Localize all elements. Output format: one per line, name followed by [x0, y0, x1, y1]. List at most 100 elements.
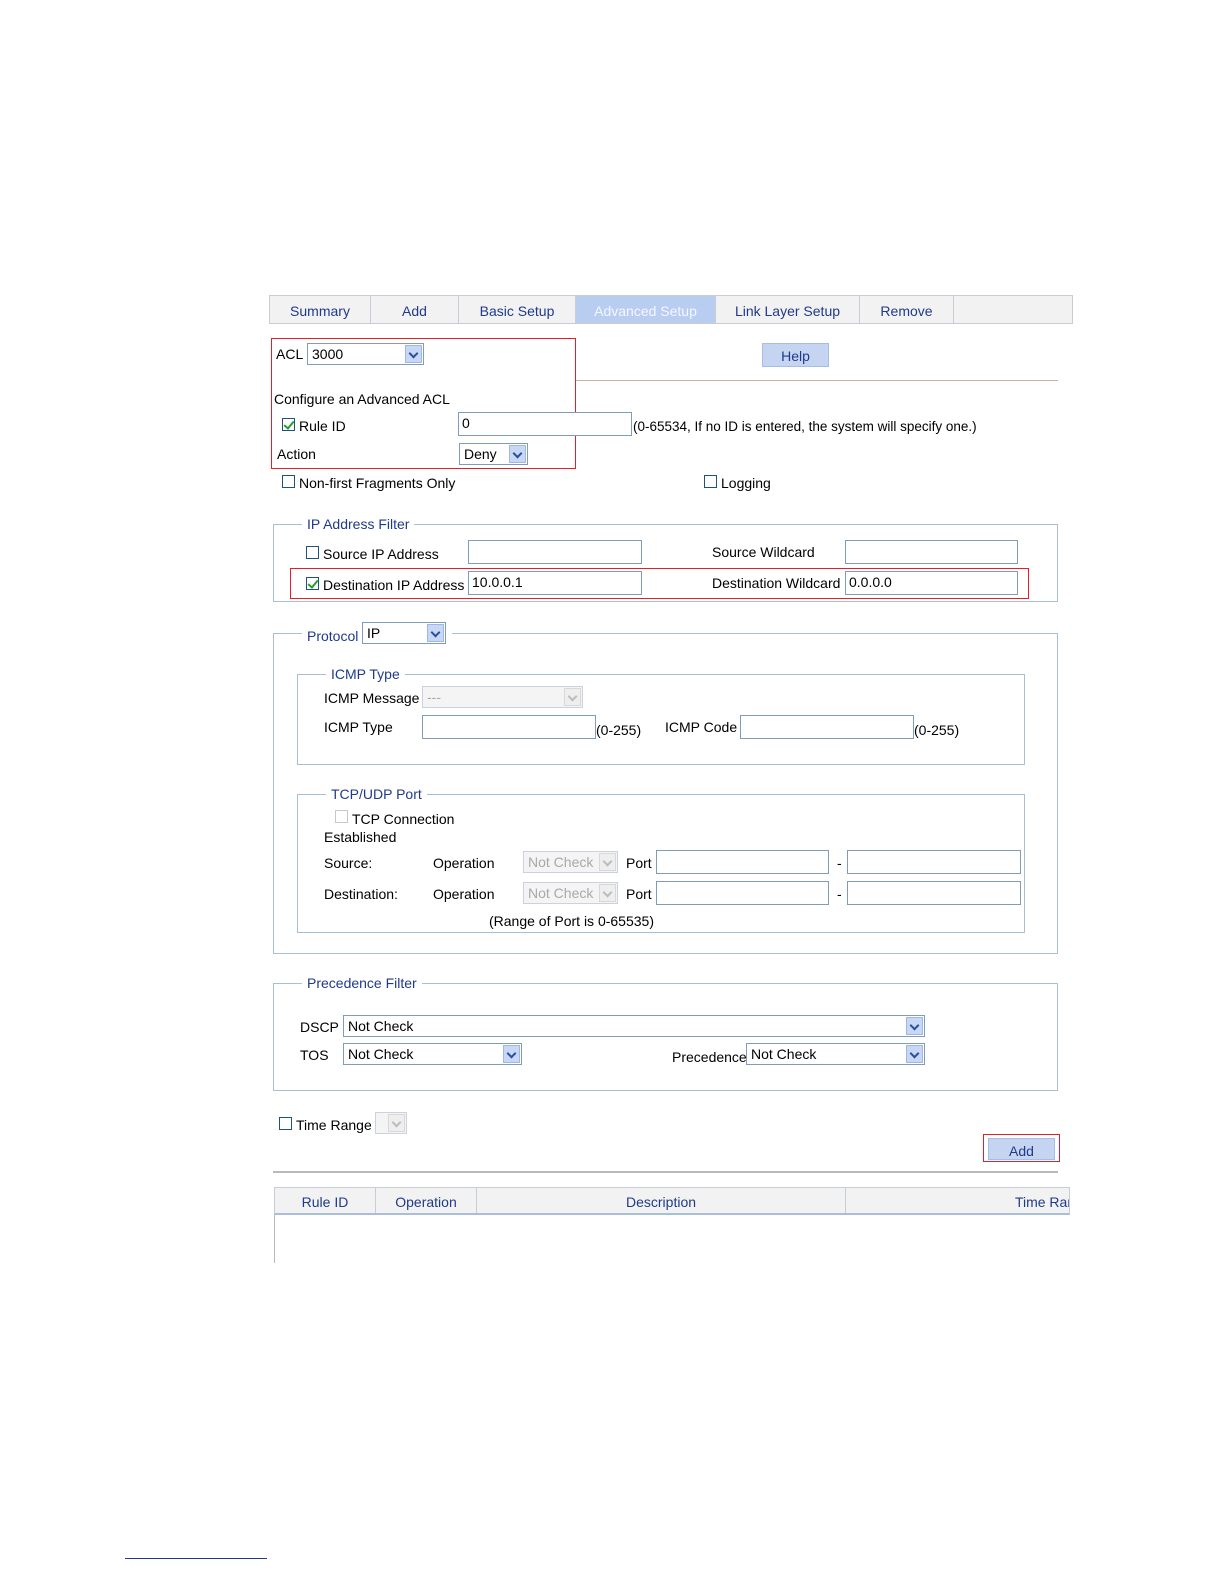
chevron-down-icon — [906, 1045, 923, 1063]
rule-id-checkbox[interactable] — [282, 418, 295, 431]
chevron-down-icon — [599, 853, 616, 871]
destination-ip-checkbox[interactable] — [306, 577, 319, 590]
chevron-down-icon — [509, 445, 526, 463]
icmp-type-fieldset — [297, 674, 1025, 765]
destination-operation-value: Not Check — [528, 885, 594, 901]
tab-basic-setup[interactable]: Basic Setup — [459, 296, 576, 323]
destination-ip-input[interactable]: 10.0.0.1 — [468, 571, 642, 595]
rule-id-input[interactable]: 0 — [458, 412, 632, 436]
icmp-code-range: (0-255) — [914, 722, 960, 738]
source-wildcard-input[interactable] — [845, 540, 1018, 564]
rule-id-hint: (0-65534, If no ID is entered, the syste… — [633, 419, 977, 434]
dscp-value: Not Check — [348, 1018, 414, 1034]
tcp-established-label: Established — [324, 829, 397, 845]
tos-value: Not Check — [348, 1046, 414, 1062]
destination-port-start-input[interactable] — [656, 881, 829, 905]
footnote-rule — [125, 1558, 267, 1559]
precedence-select[interactable]: Not Check — [746, 1043, 925, 1065]
icmp-code-input[interactable] — [740, 715, 914, 739]
icmp-message-label: ICMP Message — [324, 690, 420, 706]
source-ip-input[interactable] — [468, 540, 642, 564]
column-time-range: Time Rar — [1014, 1194, 1070, 1210]
acl-select-value: 3000 — [312, 346, 344, 362]
icmp-type-input[interactable] — [422, 715, 596, 739]
source-ip-label: Source IP Address — [323, 546, 439, 562]
add-divider — [273, 1171, 1058, 1173]
column-description: Description — [477, 1188, 846, 1213]
section-title: Configure an Advanced ACL — [274, 391, 450, 407]
tos-label: TOS — [300, 1047, 329, 1063]
tcp-connection-checkbox[interactable] — [335, 810, 348, 823]
destination-port-field-label: Port — [626, 886, 652, 902]
chevron-down-icon — [388, 1114, 405, 1132]
chevron-down-icon — [906, 1017, 923, 1035]
destination-ip-label: Destination IP Address — [323, 577, 465, 593]
dscp-select[interactable]: Not Check — [343, 1015, 925, 1037]
action-label: Action — [277, 446, 316, 462]
tab-remove[interactable]: Remove — [860, 296, 954, 323]
icmp-type-label: ICMP Type — [324, 719, 393, 735]
action-select[interactable]: Deny — [459, 443, 528, 465]
tcp-udp-port-legend: TCP/UDP Port — [326, 786, 427, 802]
non-first-fragments-checkbox[interactable] — [282, 475, 295, 488]
destination-port-dash: - — [837, 886, 842, 902]
destination-port-end-input[interactable] — [847, 881, 1021, 905]
tab-advanced-setup[interactable]: Advanced Setup — [576, 296, 716, 323]
chevron-down-icon — [564, 688, 581, 706]
non-first-fragments-label: Non-first Fragments Only — [299, 475, 456, 491]
source-wildcard-label: Source Wildcard — [712, 544, 815, 560]
precedence-value: Not Check — [751, 1046, 817, 1062]
logging-checkbox[interactable] — [704, 475, 717, 488]
destination-port-label: Destination: — [324, 886, 398, 902]
action-select-value: Deny — [464, 446, 497, 462]
precedence-filter-legend: Precedence Filter — [302, 975, 422, 991]
source-ip-checkbox[interactable] — [306, 546, 319, 559]
icmp-type-legend: ICMP Type — [326, 666, 405, 682]
logging-label: Logging — [721, 475, 771, 491]
destination-operation-label: Operation — [433, 886, 495, 902]
tcp-connection-label: TCP Connection — [352, 811, 455, 827]
source-operation-select[interactable]: Not Check — [523, 851, 618, 873]
source-port-field-label: Port — [626, 855, 652, 871]
source-port-start-input[interactable] — [656, 850, 829, 874]
column-rule-id: Rule ID — [275, 1188, 376, 1213]
icmp-type-range: (0-255) — [596, 722, 642, 738]
tab-bar: Summary Add Basic Setup Advanced Setup L… — [269, 295, 1073, 324]
icmp-message-select[interactable]: --- — [422, 686, 583, 708]
chevron-down-icon — [405, 345, 422, 363]
time-range-label: Time Range — [296, 1117, 372, 1133]
tos-select[interactable]: Not Check — [343, 1043, 522, 1065]
tab-add[interactable]: Add — [371, 296, 459, 323]
tab-summary[interactable]: Summary — [270, 296, 371, 323]
source-port-dash: - — [837, 855, 842, 871]
header-divider — [576, 380, 1058, 381]
acl-label: ACL — [276, 346, 304, 362]
protocol-select-value: IP — [367, 625, 381, 641]
source-operation-label: Operation — [433, 855, 495, 871]
time-range-select[interactable] — [375, 1112, 407, 1134]
chevron-down-icon — [599, 884, 616, 902]
ip-address-filter-legend: IP Address Filter — [302, 516, 415, 532]
precedence-filter-fieldset — [273, 983, 1058, 1091]
destination-wildcard-label: Destination Wildcard — [712, 575, 841, 591]
destination-wildcard-input[interactable]: 0.0.0.0 — [845, 571, 1018, 595]
acl-select[interactable]: 3000 — [307, 343, 424, 365]
protocol-label: Protocol — [307, 628, 359, 644]
rule-id-label: Rule ID — [299, 418, 346, 434]
protocol-select[interactable]: IP — [362, 622, 446, 644]
chevron-down-icon — [427, 624, 444, 642]
icmp-message-value: --- — [427, 689, 441, 705]
rules-table-body-edge — [274, 1215, 275, 1263]
source-operation-value: Not Check — [528, 854, 594, 870]
dscp-label: DSCP — [300, 1019, 339, 1035]
column-operation: Operation — [376, 1188, 477, 1213]
source-port-label: Source: — [324, 855, 373, 871]
tab-link-layer-setup[interactable]: Link Layer Setup — [716, 296, 860, 323]
rules-table-header: Rule ID Operation Description Time Rar — [274, 1187, 1070, 1215]
icmp-code-label: ICMP Code — [665, 719, 738, 735]
add-button[interactable]: Add — [988, 1138, 1055, 1160]
help-button[interactable]: Help — [762, 343, 829, 367]
destination-operation-select[interactable]: Not Check — [523, 882, 618, 904]
time-range-checkbox[interactable] — [279, 1117, 292, 1130]
source-port-end-input[interactable] — [847, 850, 1021, 874]
